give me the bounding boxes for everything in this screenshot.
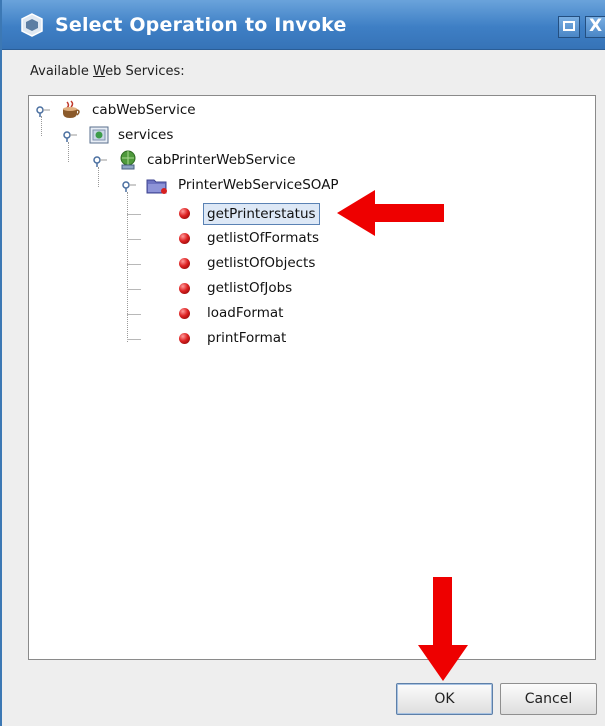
arrow-left-icon <box>337 190 444 236</box>
operation-bullet-icon <box>179 233 190 244</box>
tree-node-label: getlistOfJobs <box>207 280 293 296</box>
tree-node-label: cabWebService <box>92 102 196 118</box>
arrow-down-icon <box>418 577 468 681</box>
operation-bullet-icon <box>179 283 190 294</box>
title-bar[interactable]: Select Operation to Invoke X <box>2 0 605 50</box>
tree-node-label: getlistOfFormats <box>207 230 319 246</box>
folder-icon <box>146 179 167 194</box>
operation-bullet-icon <box>179 333 190 344</box>
cancel-button[interactable]: Cancel <box>500 683 597 715</box>
tree-branch-line <box>127 339 141 340</box>
tree-node-service[interactable]: cabPrinterWebService <box>90 150 350 172</box>
tree-node-operation[interactable]: printFormat <box>179 328 369 350</box>
tree-node-label: printFormat <box>207 330 287 346</box>
services-tree[interactable]: cabWebService services cabPrinterWebServ… <box>28 95 596 660</box>
services-icon <box>89 126 109 144</box>
tree-branch-line <box>127 214 141 215</box>
maximize-button[interactable] <box>558 16 580 38</box>
tree-node-root[interactable]: cabWebService <box>33 100 233 122</box>
operation-bullet-icon <box>179 208 190 219</box>
coffee-cup-icon <box>63 100 80 118</box>
tree-node-label: services <box>118 127 174 143</box>
dialog-title: Select Operation to Invoke <box>55 14 347 36</box>
tree-branch-line <box>127 314 141 315</box>
tree-node-label: loadFormat <box>207 305 284 321</box>
operation-bullet-icon <box>179 308 190 319</box>
web-service-icon <box>120 150 136 170</box>
available-services-label: Available Web Services: <box>30 64 185 79</box>
dialog-window: Select Operation to Invoke X Available W… <box>0 0 605 726</box>
tree-node-operation[interactable]: getlistOfJobs <box>179 278 369 300</box>
close-button[interactable]: X <box>585 16 605 38</box>
tree-node-operation[interactable]: getlistOfObjects <box>179 253 369 275</box>
close-icon: X <box>589 16 603 36</box>
tree-branch-line <box>127 239 141 240</box>
dialog-icon <box>21 13 43 37</box>
expand-handle-icon[interactable] <box>122 180 136 192</box>
expand-handle-icon[interactable] <box>36 105 50 117</box>
tree-node-label: cabPrinterWebService <box>147 152 296 168</box>
ok-button[interactable]: OK <box>396 683 493 715</box>
maximize-icon <box>563 21 575 31</box>
tree-node-label: getPrinterstatus <box>203 203 320 225</box>
tree-branch-line <box>127 289 141 290</box>
operation-bullet-icon <box>179 258 190 269</box>
tree-node-services[interactable]: services <box>60 125 260 147</box>
tree-branch-line <box>127 264 141 265</box>
tree-node-label: PrinterWebServiceSOAP <box>178 177 339 193</box>
tree-node-operation[interactable]: loadFormat <box>179 303 369 325</box>
tree-node-label: getlistOfObjects <box>207 255 316 271</box>
expand-handle-icon[interactable] <box>63 130 77 142</box>
expand-handle-icon[interactable] <box>93 155 107 167</box>
